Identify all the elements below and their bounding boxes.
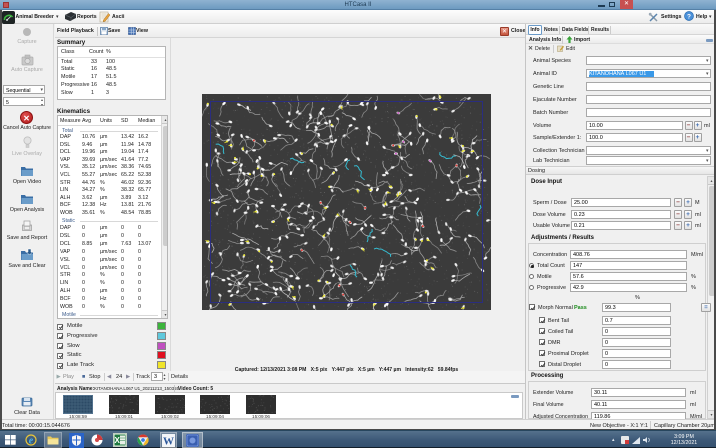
svg-text:W: W xyxy=(163,436,174,448)
svg-text:e: e xyxy=(29,435,34,446)
svg-text:X: X xyxy=(115,436,121,445)
svg-text:?: ? xyxy=(687,13,691,20)
